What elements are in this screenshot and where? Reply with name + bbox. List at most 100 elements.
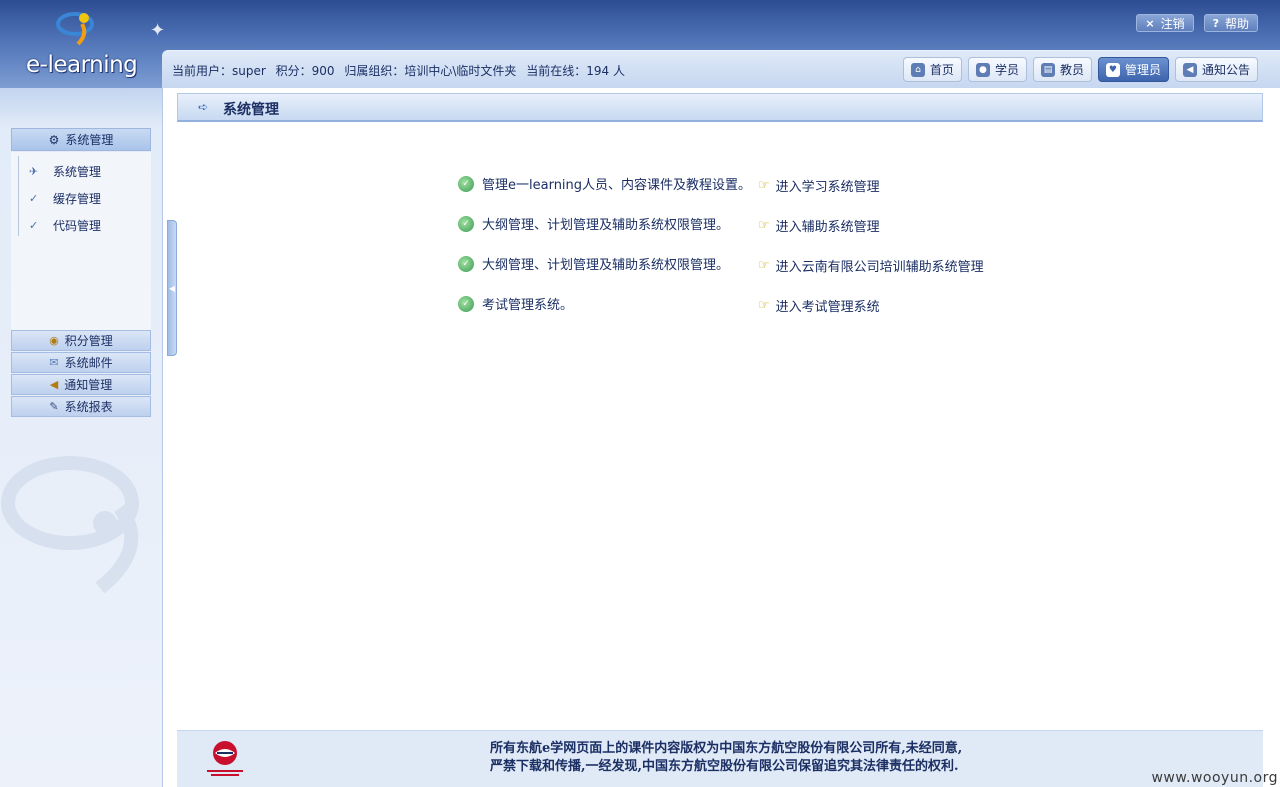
online-count: 当前在线：194 人	[526, 64, 625, 78]
entry-description: ✓ 管理e一learning人员、内容课件及教程设置。	[458, 174, 751, 193]
copyright-line-2: 严禁下载和传播,一经发现,中国东方航空股份有限公司保留追究其法律责任的权利.	[490, 759, 959, 774]
admin-icon: ♥	[1105, 62, 1120, 77]
nav-admin-label: 管理员	[1124, 63, 1161, 77]
check-icon: ✓	[29, 219, 39, 232]
entry-link-learning[interactable]: ☞ 进入学习系统管理	[758, 176, 880, 195]
e-learning-emblem-icon	[56, 12, 94, 46]
entry-link-auxiliary[interactable]: ☞ 进入辅助系统管理	[758, 216, 880, 235]
teacher-icon: ▤	[1040, 62, 1055, 77]
logo-text: e-learning	[26, 52, 138, 78]
user-points: 积分：900	[275, 64, 335, 78]
report-icon: ✎	[49, 400, 59, 413]
current-user: 当前用户：super	[172, 64, 266, 78]
sidebar-category-label: 积分管理	[64, 334, 113, 348]
footer: 所有东航e学网页面上的课件内容版权为中国东方航空股份有限公司所有,未经同意, 严…	[177, 730, 1263, 787]
entry-link-text: 进入学习系统管理	[775, 180, 880, 195]
copyright-notice: 所有东航e学网页面上的课件内容版权为中国东方航空股份有限公司所有,未经同意, 严…	[490, 740, 962, 776]
sidebar-submenu: ✈ 系统管理 ✓ 缓存管理 ✓ 代码管理	[11, 152, 151, 330]
nav-admin[interactable]: ♥ 管理员	[1097, 57, 1169, 82]
pointing-hand-icon: ☞	[758, 218, 770, 233]
user-info: 当前用户：super 积分：900 归属组织：培训中心\临时文件夹 当前在线：1…	[172, 62, 631, 79]
plane-icon: ✈	[29, 165, 39, 178]
entry-description: ✓ 大纲管理、计划管理及辅助系统权限管理。	[458, 254, 729, 273]
entry-description-text: 大纲管理、计划管理及辅助系统权限管理。	[482, 258, 730, 273]
pointing-hand-icon: ☞	[758, 298, 770, 313]
arrow-right-icon: ➪	[198, 100, 209, 114]
list-item: ✓ 大纲管理、计划管理及辅助系统权限管理。 ☞ 进入辅助系统管理	[458, 214, 1038, 238]
sidebar-category-label: 通知管理	[64, 378, 113, 392]
sidebar-item-label: 缓存管理	[53, 192, 102, 206]
sidebar-item-label: 系统管理	[53, 165, 102, 179]
main-nav: ⌂ 首页 ● 学员 ▤ 教员 ♥ 管理员 ◀ 通知公告	[902, 57, 1258, 82]
nav-notice-label: 通知公告	[1201, 63, 1250, 77]
gear-icon: ⚙	[48, 132, 60, 147]
nav-home[interactable]: ⌂ 首页	[902, 57, 962, 82]
list-item: ✓ 考试管理系统。 ☞ 进入考试管理系统	[458, 294, 1038, 318]
sidebar-category-mail[interactable]: ✉ 系统邮件	[11, 352, 151, 373]
check-icon: ✓	[29, 192, 39, 205]
nav-home-label: 首页	[929, 63, 954, 77]
nav-student[interactable]: ● 学员	[967, 57, 1027, 82]
user-org: 归属组织：培训中心\临时文件夹	[344, 64, 517, 78]
sparkle-icon: ✦	[150, 20, 166, 41]
info-bar: 当前用户：super 积分：900 归属组织：培训中心\临时文件夹 当前在线：1…	[162, 50, 1280, 88]
close-icon: ×	[1145, 16, 1155, 30]
sidebar-collapse-handle[interactable]: ◀	[167, 220, 177, 356]
header: e-learning ✦ × 注销 ? 帮助 当前用户：super 积分：900…	[0, 0, 1280, 88]
notice-icon: ◀	[1182, 62, 1197, 77]
speech-bubble-icon: ✓	[458, 175, 474, 192]
nav-teacher-label: 教员	[1059, 63, 1084, 77]
page-title-bar: ➪ 系统管理	[177, 93, 1263, 122]
home-icon: ⌂	[910, 62, 925, 77]
entry-link-text: 进入考试管理系统	[775, 300, 880, 315]
list-item: ✓ 管理e一learning人员、内容课件及教程设置。 ☞ 进入学习系统管理	[458, 174, 1038, 198]
sidebar-category-label: 系统报表	[64, 400, 113, 414]
sidebar-item-system[interactable]: ✈ 系统管理	[29, 163, 101, 180]
entry-link-text: 进入云南有限公司培训辅助系统管理	[775, 260, 984, 275]
speech-bubble-icon: ✓	[458, 295, 474, 312]
speech-bubble-icon: ✓	[458, 215, 474, 232]
chevron-left-icon: ◀	[168, 283, 176, 293]
submenu-rail	[18, 156, 19, 236]
mail-icon: ✉	[49, 356, 59, 369]
logout-label: 注销	[1160, 16, 1185, 31]
logout-button[interactable]: × 注销	[1136, 14, 1194, 32]
help-icon: ?	[1212, 16, 1219, 30]
sidebar-category-label: 系统邮件	[64, 356, 113, 370]
sidebar-item-code[interactable]: ✓ 代码管理	[29, 217, 101, 234]
entry-description-text: 管理e一learning人员、内容课件及教程设置。	[482, 178, 752, 193]
nav-student-label: 学员	[994, 63, 1019, 77]
pointing-hand-icon: ☞	[758, 178, 770, 193]
nav-notice[interactable]: ◀ 通知公告	[1174, 57, 1258, 82]
sidebar-item-label: 代码管理	[53, 219, 102, 233]
nav-teacher[interactable]: ▤ 教员	[1032, 57, 1092, 82]
speaker-icon: ◀	[49, 378, 59, 391]
watermark: www.wooyun.org	[1151, 770, 1278, 786]
sidebar-category-notice[interactable]: ◀ 通知管理	[11, 374, 151, 395]
pointing-hand-icon: ☞	[758, 258, 770, 273]
china-eastern-logo-icon	[207, 741, 243, 776]
entry-link-yunnan[interactable]: ☞ 进入云南有限公司培训辅助系统管理	[758, 256, 984, 275]
entry-description: ✓ 大纲管理、计划管理及辅助系统权限管理。	[458, 214, 729, 233]
list-item: ✓ 大纲管理、计划管理及辅助系统权限管理。 ☞ 进入云南有限公司培训辅助系统管理	[458, 254, 1038, 278]
coins-icon: ◉	[49, 334, 59, 347]
top-links: × 注销 ? 帮助	[1136, 14, 1258, 32]
e-learning-watermark-icon	[1, 456, 139, 594]
sidebar-category-report[interactable]: ✎ 系统报表	[11, 396, 151, 417]
entry-link-text: 进入辅助系统管理	[775, 220, 880, 235]
entry-link-exam[interactable]: ☞ 进入考试管理系统	[758, 296, 880, 315]
speech-bubble-icon: ✓	[458, 255, 474, 272]
copyright-line-1: 所有东航e学网页面上的课件内容版权为中国东方航空股份有限公司所有,未经同意,	[490, 741, 963, 756]
student-icon: ●	[975, 62, 990, 77]
sidebar-item-cache[interactable]: ✓ 缓存管理	[29, 190, 101, 207]
page-title: 系统管理	[223, 102, 279, 118]
sidebar-section-title: 系统管理	[65, 133, 114, 147]
entry-description: ✓ 考试管理系统。	[458, 294, 573, 313]
logo[interactable]: e-learning	[0, 0, 162, 88]
help-button[interactable]: ? 帮助	[1203, 14, 1258, 32]
sidebar-category-points[interactable]: ◉ 积分管理	[11, 330, 151, 351]
entry-description-text: 考试管理系统。	[482, 298, 574, 313]
sidebar-section-header[interactable]: ⚙ 系统管理	[11, 128, 151, 151]
help-label: 帮助	[1224, 16, 1249, 31]
sidebar: ⚙ 系统管理 ✈ 系统管理 ✓ 缓存管理 ✓ 代码管理 ◉ 积分管理 ✉ 系统邮…	[0, 88, 162, 787]
